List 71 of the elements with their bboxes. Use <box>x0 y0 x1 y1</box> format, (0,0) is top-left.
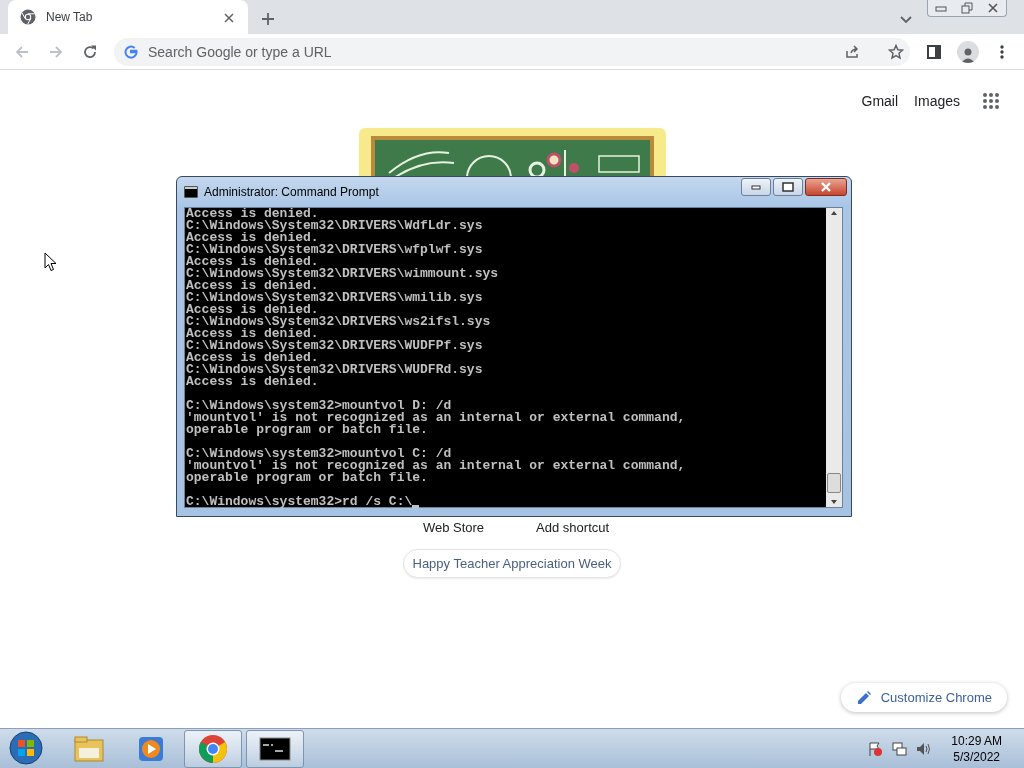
close-icon <box>224 12 234 23</box>
console-line: operable program or batch file. <box>186 472 428 484</box>
minimize-button[interactable] <box>741 178 771 196</box>
console-line: operable program or batch file. <box>186 424 428 436</box>
console-line: 'mountvol' is not recognized as an internal or external command, <box>186 412 686 424</box>
console-line: Access is denied. <box>186 208 319 220</box>
shortcut-label[interactable]: Web Store <box>422 520 485 535</box>
minimize-icon <box>751 184 761 190</box>
console-line: Access is denied. <box>186 256 319 268</box>
windows-logo-icon <box>8 729 44 766</box>
close-icon <box>820 182 832 192</box>
network-icon[interactable] <box>891 740 908 757</box>
console-line: Access is denied. <box>186 328 319 340</box>
doodle-share-chip[interactable]: Happy Teacher Appreciation Week <box>402 549 622 578</box>
folder-icon <box>74 735 104 762</box>
console-line: Access is denied. <box>186 376 319 388</box>
address-bar[interactable]: Search Google or type a URL <box>114 37 910 66</box>
avatar-icon <box>957 40 979 63</box>
pencil-icon <box>856 690 871 705</box>
maximize-button[interactable] <box>773 178 803 196</box>
console-line: Access is denied. <box>186 304 319 316</box>
maximize-icon <box>782 182 794 192</box>
taskbar-app-button[interactable] <box>246 729 304 768</box>
side-panel-icon <box>926 43 942 60</box>
reload-icon <box>82 43 98 60</box>
window-title: Administrator: Command Prompt <box>204 185 380 199</box>
chevron-down-icon[interactable] <box>900 16 912 24</box>
chrome-logo-icon <box>198 733 228 764</box>
browser-tab[interactable]: New Tab <box>8 0 248 34</box>
play-icon <box>137 734 165 763</box>
console-line: Access is denied. <box>186 280 319 292</box>
console-app-icon <box>184 186 198 198</box>
chrome-logo-icon <box>20 9 36 25</box>
shortcut-label[interactable]: Add shortcut <box>536 520 610 535</box>
minimize-icon <box>935 4 947 12</box>
close-button[interactable] <box>805 178 847 196</box>
console-line: C:\Windows\System32\DRIVERS\WUDFRd.sys <box>186 364 483 376</box>
console-icon <box>259 736 291 761</box>
restore-icon <box>961 2 973 14</box>
console-line: C:\Windows\System32\DRIVERS\wmilib.sys <box>186 292 483 304</box>
apps-grid-icon[interactable] <box>982 92 1000 110</box>
console-line: C:\Windows\System32\DRIVERS\WUDFPf.sys <box>186 340 483 352</box>
console-line: C:\Windows\system32>mountvol D: /d <box>186 400 452 412</box>
console-line: 'mountvol' is not recognized as an internal or external command, <box>186 460 686 472</box>
scroll-thumb[interactable] <box>827 473 841 493</box>
google-logo-icon <box>124 44 138 59</box>
header-link[interactable]: Images <box>914 93 960 109</box>
flag-icon[interactable] <box>867 740 884 757</box>
console-line: Access is denied. <box>186 232 319 244</box>
cursor-icon <box>44 252 57 272</box>
search-field[interactable]: Search Google or type a URL <box>146 42 836 61</box>
text-cursor-icon <box>412 505 420 508</box>
plus-icon <box>262 13 274 25</box>
console-line: Access is denied. <box>186 352 319 364</box>
arrow-left-icon <box>14 43 30 60</box>
console-line: C:\Windows\System32\DRIVERS\wfplwf.sys <box>186 244 483 256</box>
menu-icon <box>1000 43 1004 60</box>
arrow-right-icon <box>48 43 64 60</box>
console-line: C:\Windows\system32>rd /s C:\ <box>186 496 413 508</box>
start-button[interactable] <box>6 729 46 768</box>
star-icon[interactable] <box>888 43 904 60</box>
console-line: C:\Windows\system32>mountvol C: /d <box>186 448 452 460</box>
share-icon[interactable] <box>844 43 860 60</box>
customize-chrome-button[interactable]: Customize Chrome <box>840 683 1007 712</box>
clock[interactable]: 10:29 AM 5/3/2022 <box>951 733 1002 764</box>
console-line: C:\Windows\System32\DRIVERS\WdfLdr.sys <box>186 220 483 232</box>
console-line: C:\Windows\System32\DRIVERS\ws2ifsl.sys <box>186 316 491 328</box>
close-icon <box>987 3 999 13</box>
console-line: C:\Windows\System32\DRIVERS\wimmount.sys <box>186 268 499 280</box>
scrollbar[interactable] <box>826 208 842 507</box>
header-link[interactable]: Gmail <box>861 93 899 109</box>
